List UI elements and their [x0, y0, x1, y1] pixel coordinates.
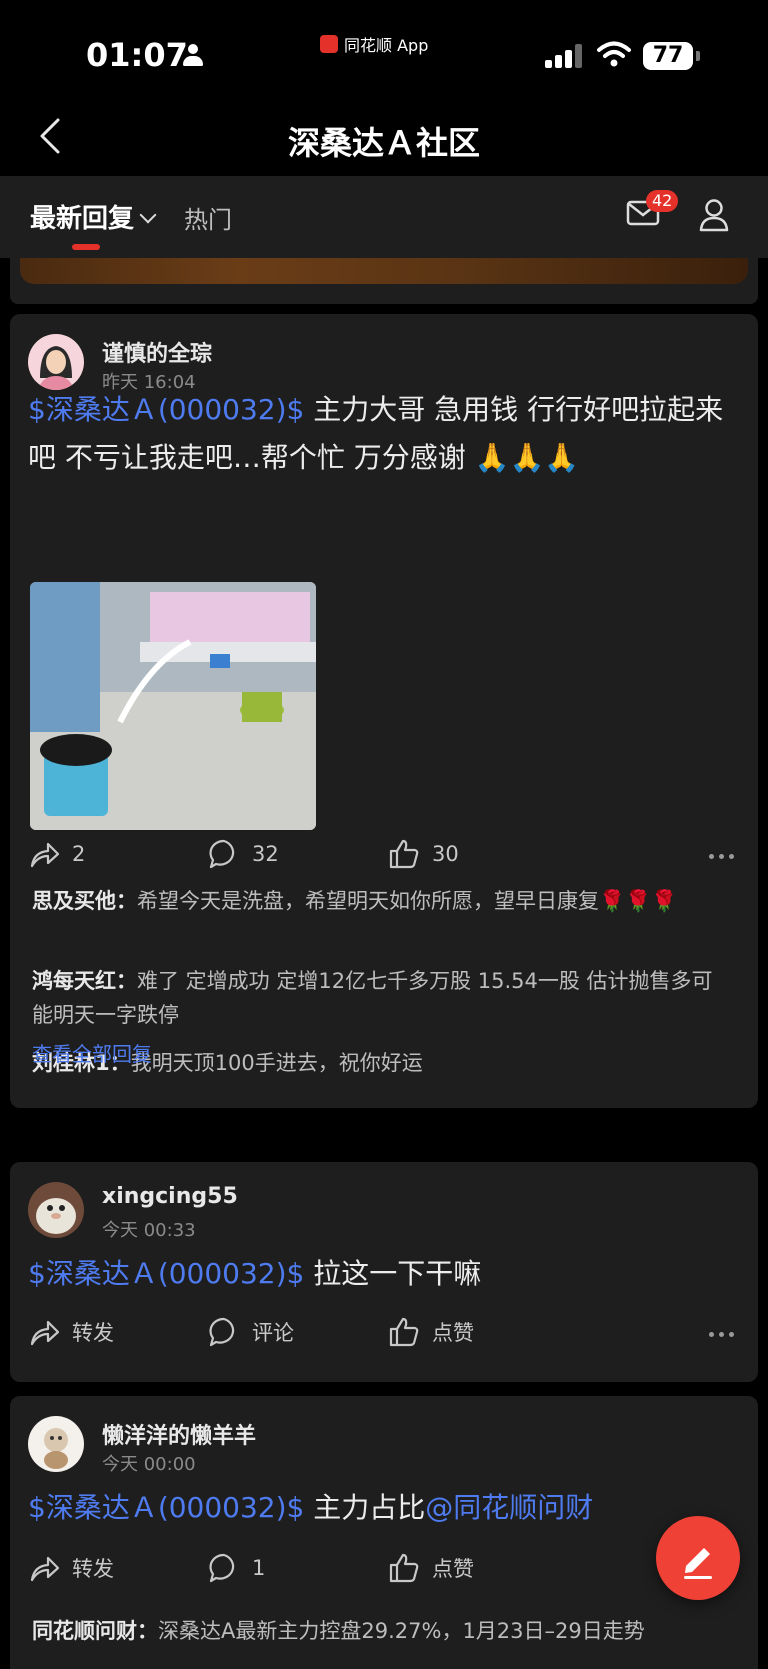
reply-item[interactable]: 鸿每天红：难了 定增成功 定增12亿七千多万股 15.54一股 估计抛售多可能明… — [32, 964, 732, 1032]
post-image[interactable] — [30, 582, 316, 830]
stock-tag-link[interactable]: $深桑达Ａ(000032)$ — [28, 1257, 304, 1290]
like-count: 30 — [432, 842, 459, 866]
status-time: 01:07 — [86, 36, 188, 74]
app-name: 同花顺 App — [344, 36, 429, 55]
share-icon — [30, 842, 60, 868]
more-options-icon[interactable] — [709, 854, 734, 859]
like-label: 点赞 — [432, 1557, 474, 1581]
app-logo-icon — [320, 35, 338, 53]
like-label: 点赞 — [432, 1321, 474, 1345]
return-to-app[interactable]: 同花顺 App — [320, 32, 428, 56]
post-time: 今天 00:00 — [102, 1454, 196, 1475]
post-card[interactable]: 谨慎的全琮 昨天 16:04 $深桑达Ａ(000032)$ 主力大哥 急用钱 行… — [10, 314, 758, 1108]
post-time: 今天 00:33 — [102, 1220, 196, 1241]
pencil-icon — [684, 1548, 712, 1579]
reply-user[interactable]: 同花顺问财： — [32, 1619, 158, 1643]
more-options-icon[interactable] — [709, 1332, 734, 1337]
post-actions: 转发 评论 点赞 — [28, 1316, 740, 1356]
post-body: $深桑达Ａ(000032)$ 主力大哥 急用钱 行行好吧拉起来吧 不亏让我走吧…… — [28, 386, 740, 482]
share-button[interactable]: 转发 — [28, 1552, 114, 1584]
banner-image — [20, 258, 748, 284]
username[interactable]: 谨慎的全琮 — [102, 336, 212, 368]
tab-hot[interactable]: 热门 — [184, 200, 232, 235]
feed[interactable]: 谨慎的全琮 昨天 16:04 $深桑达Ａ(000032)$ 主力大哥 急用钱 行… — [0, 258, 768, 1669]
thumbs-up-icon — [389, 1553, 419, 1583]
thumbs-up-icon — [389, 1317, 419, 1347]
post-actions: 转发 1 点赞 — [28, 1552, 740, 1592]
reply-user[interactable]: 鸿每天红： — [32, 969, 137, 993]
person-icon — [182, 44, 204, 66]
username[interactable]: xingcing55 — [102, 1184, 238, 1209]
post-text: 主力占比 — [304, 1491, 426, 1524]
stock-tag-link[interactable]: $深桑达Ａ(000032)$ — [28, 393, 304, 426]
mail-count-badge: 42 — [646, 190, 679, 212]
comment-count: 32 — [252, 842, 279, 866]
wifi-icon — [597, 41, 631, 67]
post-body: $深桑达Ａ(000032)$ 拉这一下干嘛 — [28, 1250, 740, 1298]
post-card[interactable]: 懒洋洋的懒羊羊 今天 00:00 $深桑达Ａ(000032)$ 主力占比@同花顺… — [10, 1396, 758, 1669]
share-button[interactable]: 2 — [28, 838, 85, 870]
battery-tip — [696, 51, 700, 61]
share-icon — [30, 1556, 60, 1582]
profile-icon[interactable] — [698, 198, 730, 232]
post-text: 拉这一下干嘛 — [304, 1257, 482, 1290]
tab-bar: 最新回复 热门 42 — [0, 176, 768, 258]
comment-icon — [209, 1317, 235, 1347]
comment-icon — [209, 839, 235, 869]
post-body: $深桑达Ａ(000032)$ 主力占比@同花顺问财 — [28, 1484, 740, 1532]
battery-indicator: 77 — [643, 42, 693, 70]
view-all-replies-link[interactable]: 查看全部回复 — [32, 1038, 152, 1067]
post-actions: 2 32 30 — [28, 838, 740, 878]
avatar[interactable] — [28, 1416, 84, 1472]
share-label: 转发 — [72, 1557, 114, 1581]
username[interactable]: 懒洋洋的懒羊羊 — [102, 1418, 256, 1450]
status-bar: 01:07 同花顺 App 77 — [0, 0, 768, 100]
like-button[interactable]: 点赞 — [388, 1552, 474, 1584]
page-title: 深桑达Ａ社区 — [287, 124, 480, 162]
comment-button[interactable]: 32 — [208, 838, 279, 870]
reply-item[interactable]: 同花顺问财：深桑达A最新主力控盘29.27%，1月23日–29日走势 — [32, 1614, 732, 1648]
share-icon — [30, 1320, 60, 1346]
thumbs-up-icon — [389, 839, 419, 869]
comment-count: 1 — [252, 1556, 266, 1580]
like-button[interactable]: 点赞 — [388, 1316, 474, 1348]
comment-button[interactable]: 评论 — [208, 1316, 294, 1348]
reply-text: 希望今天是洗盘，希望明天如你所愿，望早日康复🌹🌹🌹 — [137, 889, 678, 913]
tab-latest-replies[interactable]: 最新回复 — [30, 198, 157, 235]
stock-tag-link[interactable]: $深桑达Ａ(000032)$ — [28, 1491, 304, 1524]
share-count: 2 — [72, 842, 86, 866]
reply-item[interactable]: 思及买他：希望今天是洗盘，希望明天如你所愿，望早日康复🌹🌹🌹 — [32, 884, 732, 918]
active-tab-indicator — [72, 244, 100, 250]
reply-text: 深桑达A最新主力控盘29.27%，1月23日–29日走势 — [158, 1619, 645, 1643]
reply-text: 我明天顶100手进去，祝你好运 — [130, 1051, 423, 1075]
nav-header: 深桑达Ａ社区 — [0, 100, 768, 176]
reply-user[interactable]: 思及买他： — [32, 889, 137, 913]
comment-icon — [209, 1553, 235, 1583]
banner-card[interactable] — [10, 258, 758, 304]
mention-link[interactable]: @同花顺问财 — [425, 1491, 593, 1524]
tab-latest-label: 最新回复 — [30, 204, 135, 234]
comment-label: 评论 — [252, 1321, 294, 1345]
comment-button[interactable]: 1 — [208, 1552, 265, 1584]
share-label: 转发 — [72, 1321, 114, 1345]
compose-post-button[interactable] — [656, 1516, 740, 1600]
cellular-signal-icon — [545, 44, 585, 68]
share-button[interactable]: 转发 — [28, 1316, 114, 1348]
avatar[interactable] — [28, 334, 84, 390]
chevron-down-icon — [139, 206, 157, 224]
like-button[interactable]: 30 — [388, 838, 459, 870]
post-card[interactable]: xingcing55 今天 00:33 $深桑达Ａ(000032)$ 拉这一下干… — [10, 1162, 758, 1382]
avatar[interactable] — [28, 1182, 84, 1238]
